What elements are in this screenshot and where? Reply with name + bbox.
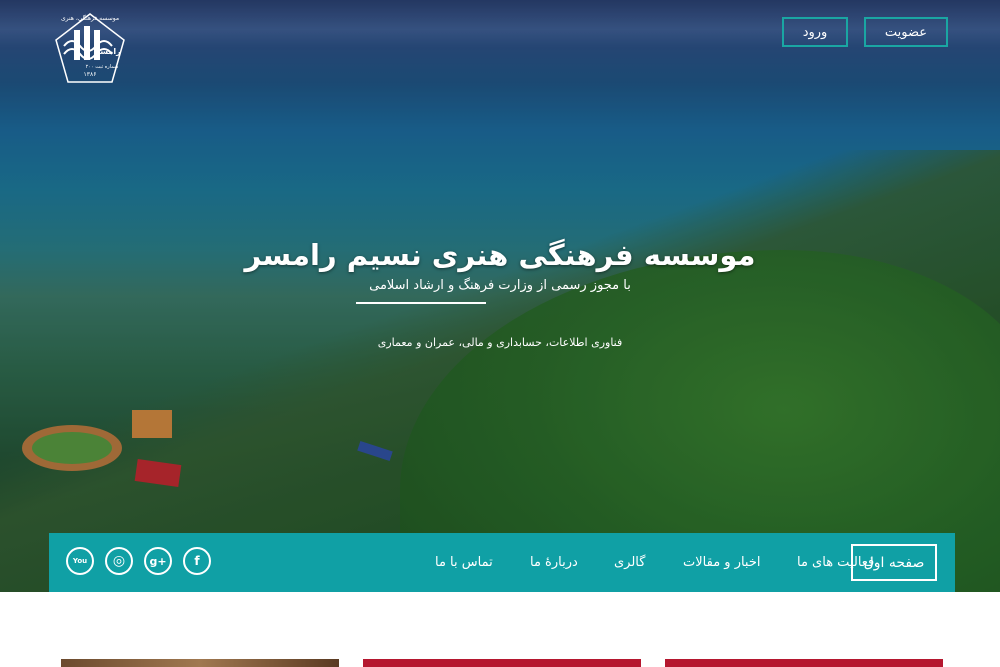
hero-overlay [0,0,1000,592]
site-logo[interactable]: موسسه فرهنگی، هنری رامسر شماره ثبت ۲۰۰ ۱… [50,12,130,84]
nav-item-about[interactable]: دربارهٔ ما [530,533,578,592]
nav-item-contact[interactable]: تماس با ما [435,533,493,592]
youtube-icon[interactable]: You [66,547,94,575]
instagram-icon[interactable]: ◎ [105,547,133,575]
content-card[interactable] [665,659,943,667]
content-card[interactable] [363,659,641,667]
logo-city: رامسر [94,47,121,56]
register-button[interactable]: عضویت [864,17,948,47]
logo-org-name: موسسه فرهنگی، هنری [61,14,119,22]
hero-subtitle: با مجوز رسمی از وزارت فرهنگ و ارشاد اسلا… [369,278,631,293]
hero-tagline: فناوری اطلاعات، حسابداری و مالی، عمران و… [377,336,623,349]
main-navigation: صفحه اول فعالیت های ما اخبار و مقالات گا… [49,533,955,592]
google-plus-icon[interactable]: g+ [144,547,172,575]
login-button[interactable]: ورود [782,17,848,47]
nav-item-news[interactable]: اخبار و مقالات [683,533,761,592]
logo-emblem-icon: موسسه فرهنگی، هنری رامسر شماره ثبت ۲۰۰ ۱… [55,13,125,83]
logo-year: ۱۳۸۶ [84,71,97,78]
logo-reg-number: شماره ثبت ۲۰۰ [86,64,119,70]
content-card-image[interactable] [61,659,339,667]
hero-divider [356,302,486,304]
hero-banner: موسسه فرهنگی، هنری رامسر شماره ثبت ۲۰۰ ۱… [0,0,1000,592]
hero-title: موسسه فرهنگی هنری نسیم رامسر [244,238,756,272]
nav-item-gallery[interactable]: گالری [614,533,645,592]
facebook-icon[interactable]: f [183,547,211,575]
nav-item-activities[interactable]: فعالیت های ما [797,533,874,592]
